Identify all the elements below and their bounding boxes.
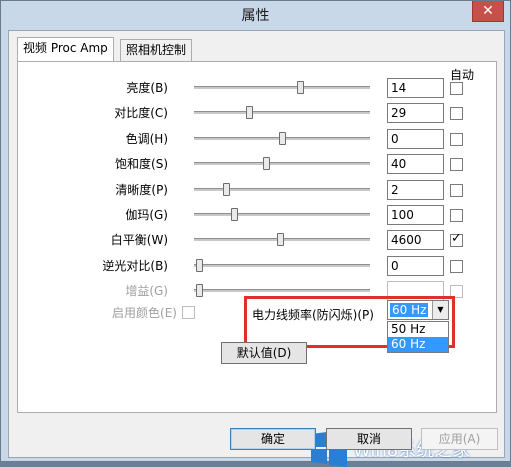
auto-column-header: 自动 xyxy=(450,68,475,82)
slider-label: 对比度(C) xyxy=(114,106,168,120)
powerline-frequency-label: 电力线频率(防闪烁)(P) xyxy=(252,308,374,322)
slider-thumb[interactable] xyxy=(196,259,203,272)
slider-value-field[interactable]: 40 xyxy=(387,154,444,174)
color-enable-label: 启用颜色(E) xyxy=(112,306,177,320)
slider-value-field[interactable]: 100 xyxy=(387,205,444,225)
slider-track[interactable] xyxy=(194,264,370,268)
slider-label: 增益(G) xyxy=(125,284,168,298)
slider-value-field[interactable]: 29 xyxy=(387,103,444,123)
slider-value-field[interactable]: 14 xyxy=(387,78,444,98)
cancel-button[interactable]: 取消 xyxy=(326,428,412,450)
slider-value-field[interactable]: 2 xyxy=(387,180,444,200)
auto-checkbox[interactable] xyxy=(450,209,463,222)
slider-track[interactable] xyxy=(194,111,370,115)
slider-value-field[interactable]: 0 xyxy=(387,129,444,149)
slider-thumb[interactable] xyxy=(277,233,284,246)
auto-checkbox[interactable] xyxy=(450,82,463,95)
slider-thumb[interactable] xyxy=(223,183,230,196)
slider-thumb[interactable] xyxy=(279,132,286,145)
slider-label: 白平衡(W) xyxy=(110,233,168,247)
slider-label: 色调(H) xyxy=(125,132,168,146)
slider-label: 饱和度(S) xyxy=(115,157,168,171)
color-enable-checkbox[interactable] xyxy=(182,306,195,319)
auto-checkbox[interactable] xyxy=(450,260,463,273)
slider-label: 伽玛(G) xyxy=(125,208,168,222)
slider-track[interactable] xyxy=(194,188,370,192)
slider-track[interactable] xyxy=(194,162,370,166)
slider-track[interactable] xyxy=(194,86,370,90)
slider-value-field[interactable]: 0 xyxy=(387,256,444,276)
slider-track[interactable] xyxy=(194,213,370,217)
slider-thumb[interactable] xyxy=(263,157,270,170)
close-button[interactable]: ✕ xyxy=(472,1,504,22)
dropdown-option-50hz[interactable]: 50 Hz xyxy=(388,322,448,337)
chevron-down-icon[interactable]: ▼ xyxy=(432,301,448,319)
powerline-selected-value: 60 Hz xyxy=(390,303,429,317)
powerline-dropdown-list: 50 Hz 60 Hz xyxy=(387,321,449,353)
title-bar[interactable]: 属性 ✕ xyxy=(1,1,510,29)
defaults-button[interactable]: 默认值(D) xyxy=(221,342,307,364)
auto-checkbox[interactable] xyxy=(450,184,463,197)
slider-thumb xyxy=(196,284,203,297)
tab-video-proc-amp[interactable]: 视频 Proc Amp xyxy=(17,37,114,61)
slider-track xyxy=(194,289,370,293)
properties-dialog: 属性 ✕ 视频 Proc Amp 照相机控制 自动 亮度(B) 14 对比度(C) 2… xyxy=(0,0,511,467)
checkmark-icon: ✓ xyxy=(451,231,462,246)
slider-value-field[interactable]: 4600 xyxy=(387,230,444,250)
slider-thumb[interactable] xyxy=(246,106,253,119)
window-title: 属性 xyxy=(241,8,270,24)
auto-checkbox[interactable] xyxy=(450,107,463,120)
ok-button[interactable]: 确定 xyxy=(230,428,316,450)
slider-label: 亮度(B) xyxy=(126,81,168,95)
auto-checkbox[interactable] xyxy=(450,158,463,171)
auto-checkbox[interactable]: ✓ xyxy=(450,231,463,247)
slider-thumb[interactable] xyxy=(231,208,238,221)
auto-checkbox[interactable] xyxy=(450,133,463,146)
slider-label: 逆光对比(B) xyxy=(102,259,168,273)
tab-panel-video-proc-amp: 自动 亮度(B) 14 对比度(C) 29 色调(H) 0 饱和度(S) 40 清晰度(P) 2 伽… xyxy=(17,61,497,413)
tab-camera-control[interactable]: 照相机控制 xyxy=(120,39,193,61)
apply-button[interactable]: 应用(A) xyxy=(421,428,498,450)
powerline-frequency-select[interactable]: 60 Hz ▼ xyxy=(387,300,449,320)
dropdown-option-60hz[interactable]: 60 Hz xyxy=(388,337,448,352)
slider-label: 清晰度(P) xyxy=(115,183,168,197)
dialog-client-area: 视频 Proc Amp 照相机控制 自动 亮度(B) 14 对比度(C) 29 色调(H… xyxy=(8,30,505,467)
slider-thumb[interactable] xyxy=(297,81,304,94)
